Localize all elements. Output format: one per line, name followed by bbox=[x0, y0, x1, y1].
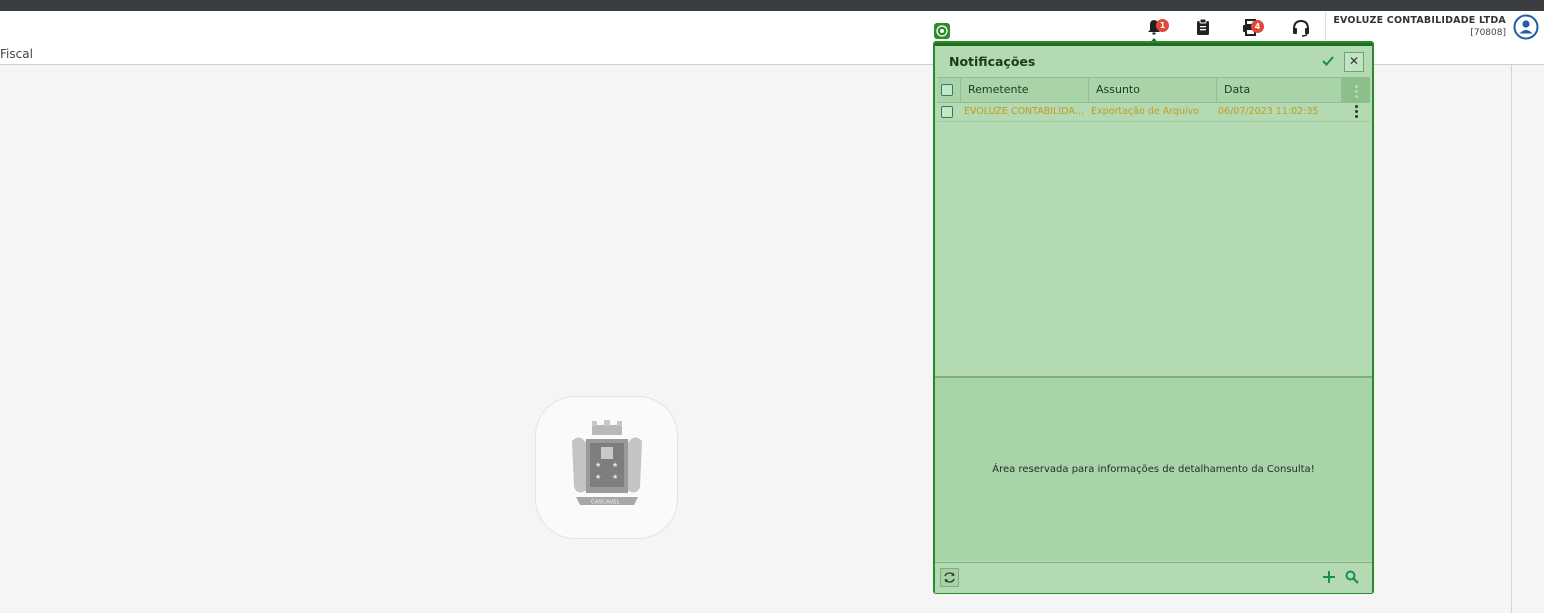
search-icon[interactable] bbox=[1345, 569, 1359, 584]
topbar-separator bbox=[1325, 12, 1326, 44]
select-all-checkbox[interactable] bbox=[941, 84, 953, 96]
mark-all-read-check-icon[interactable] bbox=[1321, 53, 1335, 67]
support-headset-icon[interactable] bbox=[1290, 17, 1312, 39]
add-icon[interactable] bbox=[1322, 569, 1336, 583]
column-menu-button[interactable] bbox=[1342, 78, 1370, 102]
notifications-bell-icon[interactable]: 1 bbox=[1144, 17, 1169, 39]
column-header-data[interactable]: Data bbox=[1217, 78, 1342, 102]
panel-top-accent bbox=[935, 43, 1372, 46]
close-icon: ✕ bbox=[1348, 54, 1360, 68]
svg-text:★: ★ bbox=[595, 473, 601, 481]
select-all-cell bbox=[937, 78, 961, 102]
clipboard-icon[interactable] bbox=[1193, 17, 1215, 39]
refresh-button[interactable] bbox=[940, 568, 959, 587]
svg-text:★: ★ bbox=[612, 473, 618, 481]
column-header-assunto[interactable]: Assunto bbox=[1089, 78, 1217, 102]
row-actions-icon[interactable] bbox=[1355, 105, 1358, 120]
company-code: [70808] bbox=[1470, 28, 1506, 38]
notifications-badge: 1 bbox=[1156, 19, 1169, 32]
refresh-icon bbox=[944, 572, 955, 583]
detail-placeholder-text: Área reservada para informações de detal… bbox=[992, 464, 1315, 475]
table-row[interactable]: EVOLUZE CONTABILIDADE LTDA Exportação de… bbox=[937, 102, 1370, 122]
row-data: 06/07/2023 11:02:35 bbox=[1218, 106, 1319, 117]
right-rail-divider bbox=[1511, 65, 1512, 613]
panel-footer bbox=[935, 562, 1372, 593]
notifications-panel: Notificações ✕ Remetente Assunto Data EV… bbox=[933, 41, 1374, 594]
detail-area: Área reservada para informações de detal… bbox=[935, 378, 1372, 561]
panel-title: Notificações bbox=[949, 54, 1036, 69]
pin-target-icon[interactable] bbox=[934, 23, 950, 39]
printer-icon[interactable]: 4 bbox=[1240, 17, 1264, 39]
row-assunto: Exportação de Arquivo bbox=[1091, 106, 1200, 117]
svg-text:★: ★ bbox=[612, 461, 618, 469]
breadcrumb[interactable]: Fiscal bbox=[0, 47, 33, 61]
svg-text:★: ★ bbox=[595, 461, 601, 469]
column-header-remetente[interactable]: Remetente bbox=[961, 78, 1089, 102]
row-checkbox[interactable] bbox=[941, 106, 953, 118]
city-coat-of-arms-logo: ★ ★ ★ ★ CASCAVEL bbox=[535, 396, 678, 539]
row-remetente: EVOLUZE CONTABILIDADE LTDA bbox=[964, 106, 1086, 117]
close-panel-button[interactable]: ✕ bbox=[1344, 52, 1364, 72]
window-top-strip bbox=[0, 0, 1544, 11]
grid-header: Remetente Assunto Data bbox=[937, 77, 1370, 103]
column-menu-icon bbox=[1355, 85, 1358, 100]
top-bar: 1 4 EVOLUZE CONTABILIDADE LTDA [70808] bbox=[0, 11, 1544, 45]
company-name: EVOLUZE CONTABILIDADE LTDA bbox=[1333, 15, 1506, 26]
user-avatar-icon[interactable] bbox=[1513, 14, 1539, 40]
logo-banner-text: CASCAVEL bbox=[591, 500, 621, 506]
printer-badge: 4 bbox=[1251, 20, 1264, 33]
